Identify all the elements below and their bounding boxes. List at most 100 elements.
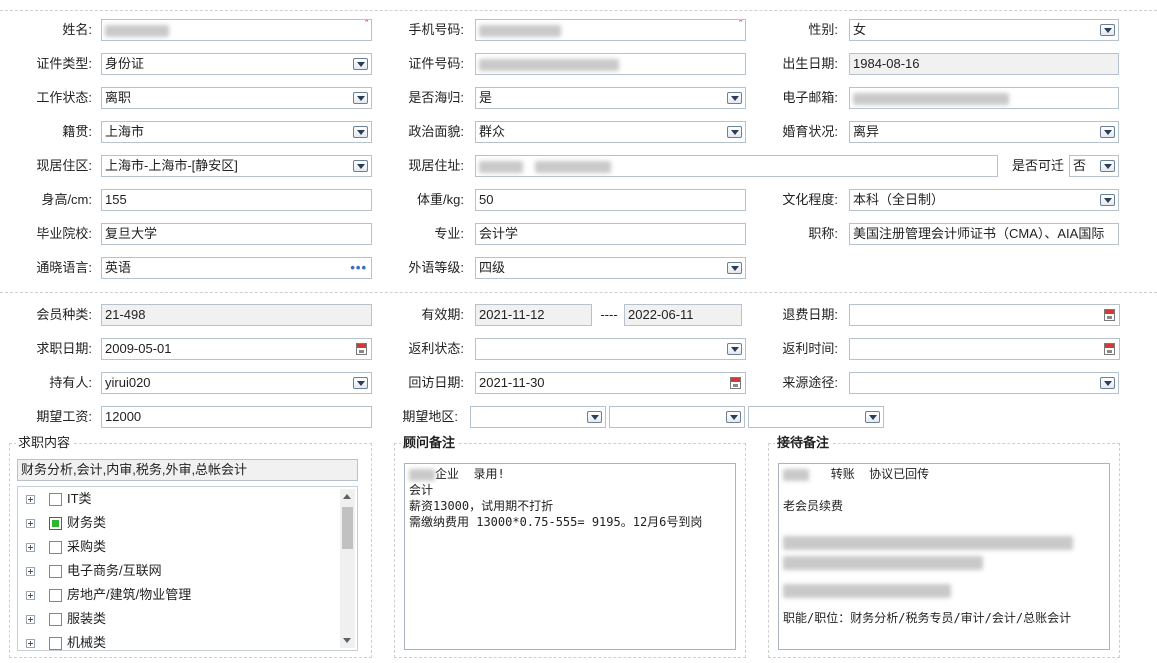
chevron-down-icon[interactable] xyxy=(727,262,742,274)
residence-addr-input[interactable] xyxy=(475,155,998,177)
chevron-down-icon[interactable] xyxy=(726,411,741,423)
scroll-thumb[interactable] xyxy=(342,507,353,549)
returnee-label: 是否海归: xyxy=(408,90,464,105)
title-input[interactable]: 美国注册管理会计师证书（CMA）、AIA国际 xyxy=(849,223,1119,245)
chevron-down-icon[interactable] xyxy=(587,411,602,423)
marital-select[interactable]: 离异 xyxy=(849,121,1119,143)
expand-icon[interactable] xyxy=(26,543,35,553)
expand-icon[interactable] xyxy=(26,591,35,601)
chevron-down-icon[interactable] xyxy=(353,377,368,389)
major-input[interactable]: 会计学 xyxy=(475,223,746,245)
tree-item[interactable]: 房地产/建筑/物业管理 xyxy=(26,583,191,607)
region-city-select[interactable] xyxy=(609,406,745,428)
reception-note-textarea[interactable]: 转账 协议已回传 老会员续费 职能/职位：财务分析/税务专员/审计/会计/总账会计 xyxy=(778,463,1110,650)
height-input[interactable]: 155 xyxy=(101,189,372,211)
political-label: 政治面貌: xyxy=(408,124,464,139)
calendar-icon[interactable] xyxy=(1104,309,1115,321)
tree-item[interactable]: IT类 xyxy=(26,487,92,511)
salary-input[interactable]: 12000 xyxy=(101,406,372,428)
tree-item[interactable]: 财务类 xyxy=(26,511,106,535)
required-mark: * xyxy=(364,19,369,29)
calendar-icon[interactable] xyxy=(1104,343,1115,355)
chevron-down-icon[interactable] xyxy=(1100,126,1115,138)
id-type-select[interactable]: 身份证 xyxy=(101,53,372,75)
job-category-tree[interactable]: IT类 财务类 采购类 电子商务/互联网 房地产/建筑/物业管理 服装类 机械类 xyxy=(17,486,358,651)
region-province-select[interactable] xyxy=(470,406,606,428)
top-divider xyxy=(0,10,1157,11)
political-select[interactable]: 群众 xyxy=(475,121,746,143)
tree-item-label: 房地产/建筑/物业管理 xyxy=(67,587,192,602)
job-date-input[interactable]: 2009-05-01 xyxy=(101,338,372,360)
consultant-note-textarea[interactable]: 企业 录用! 会计 薪资13000，试用期不打折 需缴纳费用 13000*0.75-5… xyxy=(404,463,736,650)
rebate-status-select[interactable] xyxy=(475,338,746,360)
native-select[interactable]: 上海市 xyxy=(101,121,372,143)
native-label: 籍贯: xyxy=(62,124,92,139)
residence-area-select[interactable]: 上海市-上海市-[静安区] xyxy=(101,155,372,177)
chevron-down-icon[interactable] xyxy=(353,58,368,70)
tree-item[interactable]: 服装类 xyxy=(26,607,106,631)
chevron-down-icon[interactable] xyxy=(1100,24,1115,36)
phone-input[interactable]: * xyxy=(475,19,746,41)
chevron-down-icon[interactable] xyxy=(1100,194,1115,206)
tree-item[interactable]: 采购类 xyxy=(26,535,106,559)
email-input[interactable] xyxy=(849,87,1119,109)
vertical-scrollbar[interactable] xyxy=(340,489,355,648)
revisit-input[interactable]: 2021-11-30 xyxy=(475,372,746,394)
note-line: 老会员续费 xyxy=(783,499,844,513)
relocate-value: 否 xyxy=(1073,158,1087,173)
foreign-level-select[interactable]: 四级 xyxy=(475,257,746,279)
scroll-up-icon[interactable] xyxy=(343,494,351,499)
relocate-select[interactable]: 否 xyxy=(1069,155,1119,177)
checkbox[interactable] xyxy=(49,565,62,579)
source-select[interactable] xyxy=(849,372,1119,394)
tree-item-label: 财务类 xyxy=(67,515,107,530)
scroll-down-icon[interactable] xyxy=(343,638,351,643)
refund-date-input[interactable] xyxy=(849,304,1120,326)
gender-select[interactable]: 女 xyxy=(849,19,1119,41)
checkbox[interactable] xyxy=(49,493,62,507)
checkbox[interactable] xyxy=(49,541,62,555)
expand-icon[interactable] xyxy=(26,639,35,649)
chevron-down-icon[interactable] xyxy=(727,343,742,355)
education-select[interactable]: 本科（全日制） xyxy=(849,189,1119,211)
chevron-down-icon[interactable] xyxy=(353,160,368,172)
checkbox[interactable] xyxy=(49,589,62,603)
gender-label: 性别: xyxy=(808,22,838,37)
id-no-input[interactable] xyxy=(475,53,746,75)
more-icon[interactable]: ••• xyxy=(350,258,367,278)
region-district-select[interactable] xyxy=(748,406,884,428)
chevron-down-icon[interactable] xyxy=(727,92,742,104)
calendar-icon[interactable] xyxy=(730,377,741,389)
returnee-select[interactable]: 是 xyxy=(475,87,746,109)
checkbox-checked[interactable] xyxy=(49,517,62,531)
weight-input[interactable]: 50 xyxy=(475,189,746,211)
school-input[interactable]: 复旦大学 xyxy=(101,223,372,245)
expand-icon[interactable] xyxy=(26,567,35,577)
expand-icon[interactable] xyxy=(26,495,35,505)
chevron-down-icon[interactable] xyxy=(1100,160,1115,172)
calendar-icon[interactable] xyxy=(356,343,367,355)
name-input[interactable]: * xyxy=(101,19,372,41)
language-input[interactable]: 英语 ••• xyxy=(101,257,372,279)
chevron-down-icon[interactable] xyxy=(865,411,880,423)
work-status-select[interactable]: 离职 xyxy=(101,87,372,109)
tree-item-label: 机械类 xyxy=(67,635,107,650)
expand-icon[interactable] xyxy=(26,519,35,529)
holder-select[interactable]: yirui020 xyxy=(101,372,372,394)
tree-item[interactable]: 机械类 xyxy=(26,631,107,650)
tree-item[interactable]: 电子商务/互联网 xyxy=(26,559,162,583)
birth-input: 1984-08-16 xyxy=(849,53,1119,75)
chevron-down-icon[interactable] xyxy=(353,92,368,104)
chevron-down-icon[interactable] xyxy=(1100,377,1115,389)
rebate-time-input[interactable] xyxy=(849,338,1120,360)
reception-note-title: 接待备注 xyxy=(775,435,832,451)
tree-item-label: 服装类 xyxy=(67,611,107,626)
job-content-panel: 求职内容 财务分析,会计,内审,税务,外审,总帐会计 IT类 财务类 采购类 电… xyxy=(9,435,372,658)
expand-icon[interactable] xyxy=(26,615,35,625)
chevron-down-icon[interactable] xyxy=(727,126,742,138)
chevron-down-icon[interactable] xyxy=(353,126,368,138)
checkbox[interactable] xyxy=(49,637,62,650)
checkbox[interactable] xyxy=(49,613,62,627)
